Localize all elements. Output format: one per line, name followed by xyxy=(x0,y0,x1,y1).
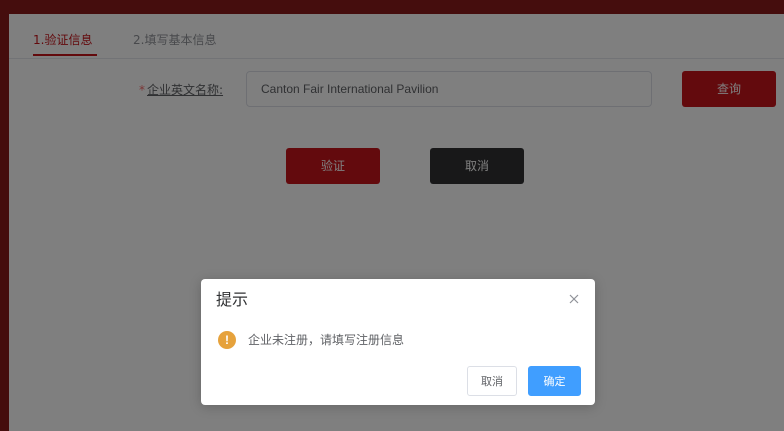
dialog-confirm-button[interactable]: 确定 xyxy=(528,366,581,396)
dialog-message: 企业未注册，请填写注册信息 xyxy=(248,333,405,347)
warning-icon: ! xyxy=(218,331,236,349)
close-icon[interactable] xyxy=(566,291,582,307)
dialog-title: 提示 xyxy=(216,290,249,309)
dialog-cancel-button[interactable]: 取消 xyxy=(467,366,517,396)
alert-dialog: 提示 ! 企业未注册，请填写注册信息 取消 确定 xyxy=(201,279,595,405)
